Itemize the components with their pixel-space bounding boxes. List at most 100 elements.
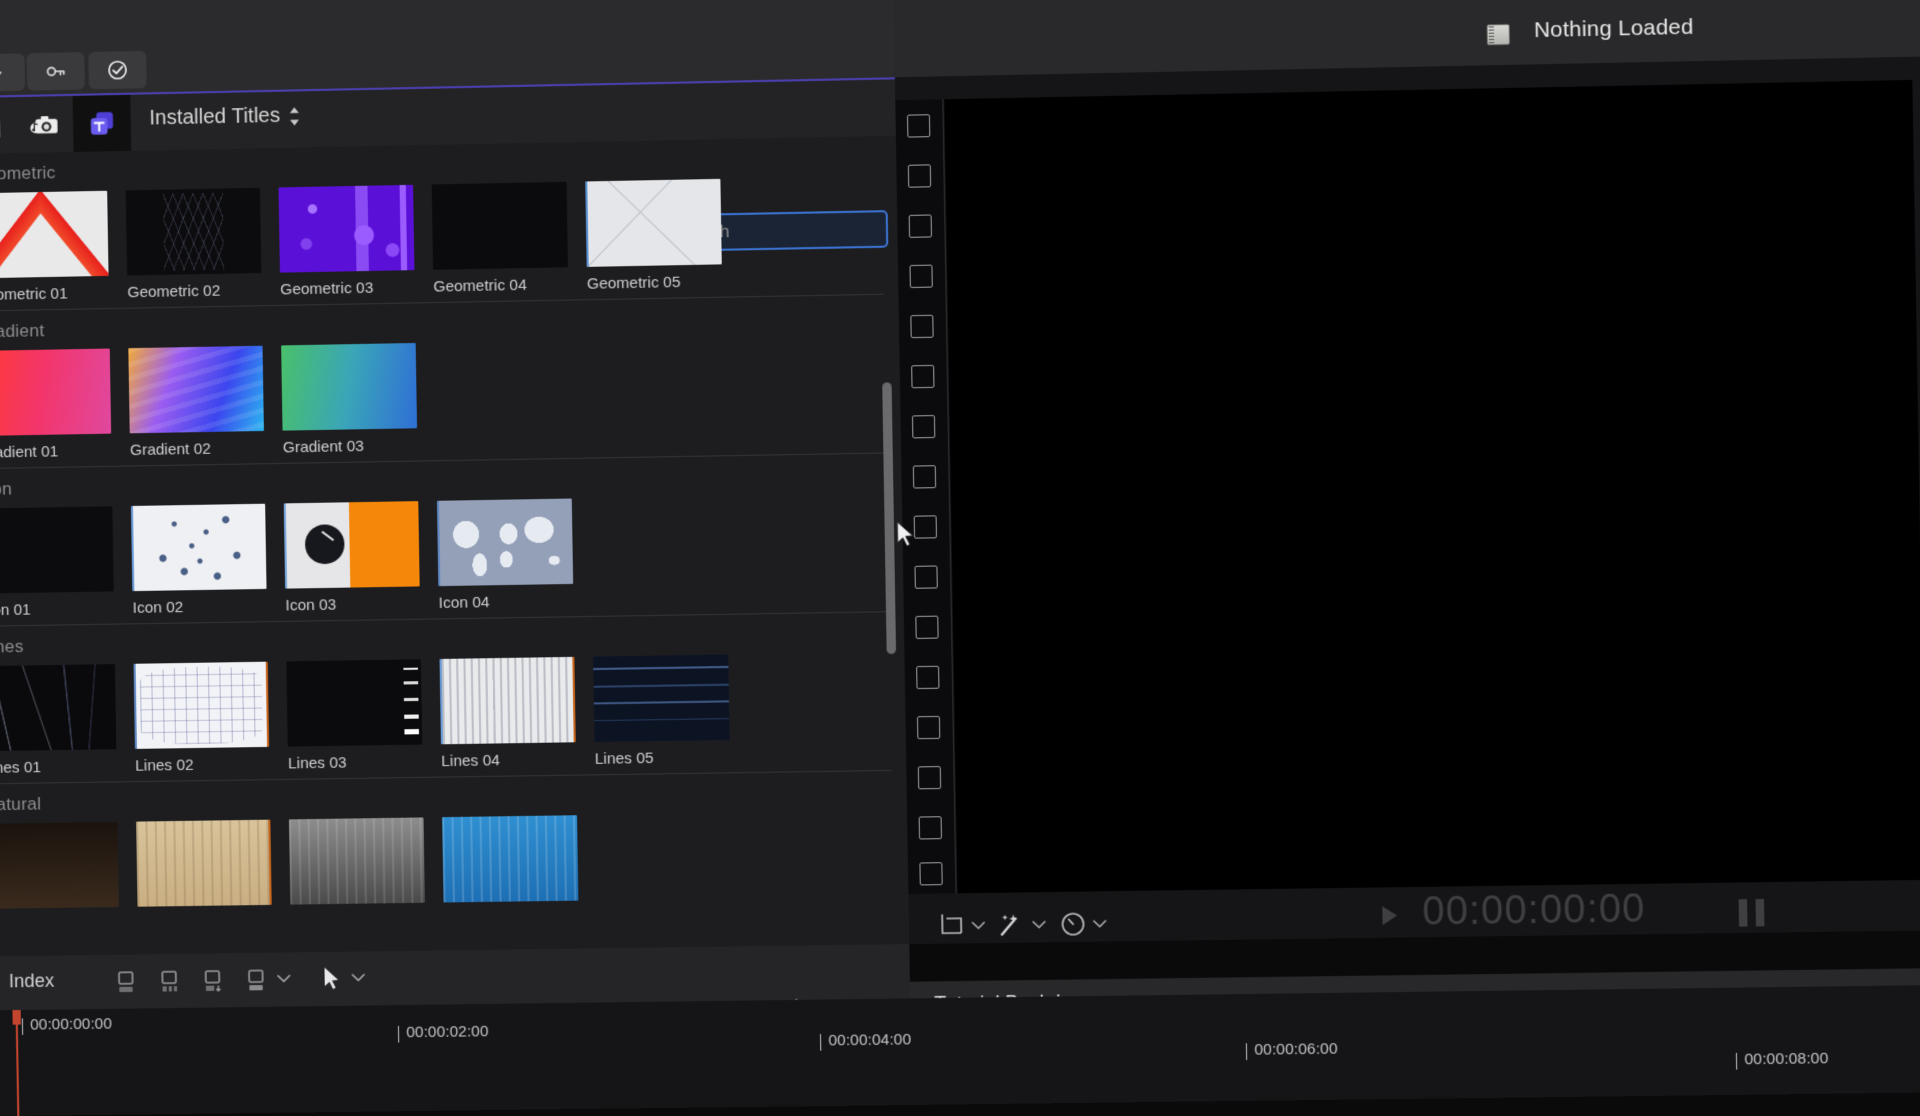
- title-thumbnail[interactable]: [128, 346, 264, 434]
- titles-tab[interactable]: [73, 95, 132, 152]
- viewer-panel: 00:00:00:00: [895, 56, 1920, 944]
- chevron-down-icon[interactable]: [1093, 918, 1107, 929]
- crop-frame-icon[interactable]: [938, 912, 966, 940]
- keyframe-button[interactable]: [27, 52, 85, 91]
- index-label[interactable]: Index: [9, 970, 55, 992]
- chevron-down-icon[interactable]: [351, 972, 365, 983]
- title-label: Geometric 04: [433, 276, 568, 296]
- title-label: Icon 01: [0, 600, 114, 620]
- title-thumbnail[interactable]: [126, 188, 262, 276]
- viewer-tool-row: [930, 908, 1245, 954]
- title-item[interactable]: Gradient 01: [0, 349, 112, 462]
- group-gradient: Gradient Gradient 01 Gradient 02 Gradien…: [0, 294, 901, 469]
- title-item[interactable]: Geometric 05: [585, 179, 722, 293]
- title-label: Geometric 05: [587, 273, 722, 293]
- chevron-down-icon[interactable]: [972, 920, 986, 931]
- group-natural: Natural: [0, 771, 908, 909]
- filmstrip-frame: [909, 265, 932, 288]
- title-thumbnail[interactable]: [281, 343, 417, 431]
- title-label: Geometric 03: [280, 278, 415, 298]
- title-thumbnail[interactable]: [585, 179, 722, 267]
- title-item[interactable]: Gradient 02: [128, 346, 264, 460]
- thumbnail-row: [0, 810, 908, 909]
- chevron-updown-icon[interactable]: [288, 105, 302, 128]
- title-item[interactable]: [0, 822, 119, 909]
- title-item[interactable]: Geometric 01: [0, 191, 109, 305]
- title-item[interactable]: Lines 04: [440, 657, 577, 770]
- arrow-cursor-icon[interactable]: [322, 966, 341, 991]
- library-category-title[interactable]: Installed Titles: [149, 104, 280, 131]
- filmstrip-frame: [919, 862, 942, 885]
- speedometer-icon[interactable]: [1059, 910, 1087, 938]
- title-item[interactable]: Icon 03: [284, 501, 420, 614]
- title-thumbnail[interactable]: [442, 815, 578, 902]
- viewer-timecode[interactable]: 00:00:00:00: [1422, 887, 1646, 935]
- stacked-viewer-icon[interactable]: [203, 968, 228, 993]
- title-item[interactable]: [289, 817, 425, 904]
- title-item[interactable]: Gradient 03: [281, 343, 417, 457]
- magic-wand-icon[interactable]: [996, 911, 1024, 939]
- filmstrip-frame: [910, 315, 933, 338]
- title-item[interactable]: Lines 02: [134, 662, 270, 775]
- audio-fx-tab[interactable]: [15, 96, 74, 153]
- title-thumbnail[interactable]: [134, 662, 270, 749]
- title-thumbnail[interactable]: [284, 501, 420, 589]
- split-viewer-icon[interactable]: [159, 968, 184, 993]
- play-triangle-icon[interactable]: [1382, 906, 1397, 925]
- thumbnail-row: Icon 01 Icon 02 Icon 03 Icon 04: [0, 493, 904, 620]
- title-label: Geometric 01: [0, 284, 109, 304]
- title-thumbnail[interactable]: [432, 182, 568, 270]
- title-item[interactable]: [442, 815, 578, 902]
- title-thumbnail[interactable]: [286, 659, 422, 746]
- chevron-down-icon[interactable]: [1032, 919, 1046, 930]
- title-thumbnail[interactable]: [289, 817, 425, 904]
- title-thumbnail[interactable]: [0, 506, 114, 593]
- title-item[interactable]: Icon 02: [131, 504, 267, 617]
- title-label: Gradient 02: [130, 439, 264, 459]
- title-item[interactable]: Icon 04: [437, 499, 574, 613]
- ruler-tick: [22, 1018, 23, 1035]
- title-item[interactable]: Geometric 02: [126, 188, 262, 302]
- single-viewer-icon[interactable]: [116, 969, 141, 994]
- key-icon: [44, 60, 67, 83]
- title-thumbnail[interactable]: [279, 185, 415, 273]
- download-arrow-icon: [0, 61, 8, 84]
- effects-library-tab[interactable]: [0, 97, 16, 154]
- title-item[interactable]: Geometric 03: [279, 185, 415, 299]
- title-thumbnail[interactable]: [131, 504, 267, 591]
- title-label: Gradient 01: [0, 442, 112, 462]
- title-item[interactable]: [136, 820, 272, 907]
- ruler-label: 00:00:06:00: [1254, 1040, 1338, 1059]
- titles-t-icon: [86, 109, 117, 139]
- group-icon: Icon Icon 01 Icon 02 Icon 03: [0, 453, 904, 627]
- import-media-button[interactable]: [0, 53, 25, 92]
- title-label: Lines 01: [0, 758, 117, 778]
- title-thumbnail[interactable]: [0, 349, 111, 436]
- title-thumbnail[interactable]: [437, 499, 573, 587]
- title-thumbnail[interactable]: [593, 654, 730, 742]
- title-thumbnail[interactable]: [0, 822, 119, 909]
- pause-bars-icon[interactable]: [1739, 899, 1765, 927]
- title-thumbnail[interactable]: [0, 664, 116, 751]
- title-item[interactable]: Lines 03: [286, 659, 422, 772]
- title-thumbnail[interactable]: [136, 820, 272, 907]
- title-label: Icon 03: [285, 595, 420, 615]
- viewer-canvas[interactable]: [944, 80, 1920, 893]
- filmstrip-frame: [912, 415, 935, 438]
- title-item[interactable]: Icon 01: [0, 506, 114, 619]
- thumbnail-row: Lines 01 Lines 02 Lines 03 Lines 04: [0, 652, 906, 778]
- titles-library-panel: Installed Titles Search Geometric Geomet…: [0, 77, 909, 956]
- ruler-tick: [820, 1034, 821, 1051]
- layout-viewer-icon[interactable]: [246, 967, 271, 992]
- title-thumbnail[interactable]: [0, 191, 109, 279]
- title-item[interactable]: Lines 01: [0, 664, 117, 777]
- titles-grid[interactable]: Geometric Geometric 01 Geometric 02 Geom…: [0, 136, 909, 959]
- title-thumbnail[interactable]: [440, 657, 576, 744]
- title-label: Lines 05: [595, 748, 730, 768]
- title-item[interactable]: Geometric 04: [432, 182, 569, 296]
- group-geometric: Geometric Geometric 01 Geometric 02 Geom…: [0, 136, 898, 312]
- group-lines: Lines Lines 01 Lines 02 Lines 03: [0, 612, 906, 785]
- checkmark-button[interactable]: [88, 51, 146, 90]
- title-item[interactable]: Lines 05: [593, 654, 730, 768]
- chevron-down-icon[interactable]: [277, 973, 291, 984]
